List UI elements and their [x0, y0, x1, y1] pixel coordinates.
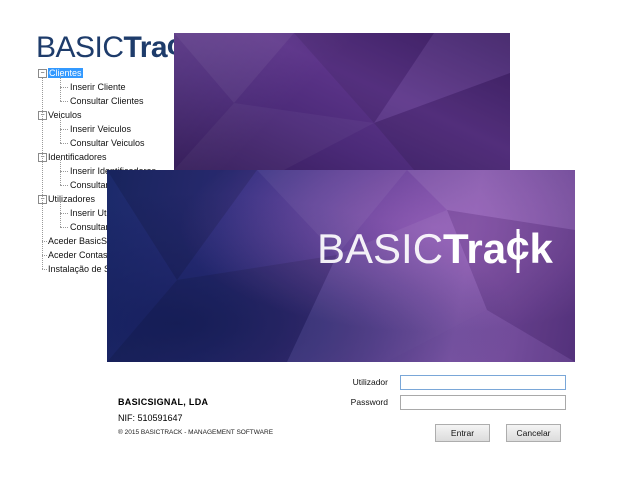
tree-subitem[interactable]: Consultar Veiculos	[70, 136, 145, 150]
login-dialog: BASICTra¢k BASICSIGNAL, LDA NIF: 5105916…	[107, 170, 575, 453]
password-label: Password	[350, 397, 388, 407]
main-banner-image	[174, 33, 510, 170]
login-banner-image: BASICTra¢k	[107, 170, 575, 362]
enter-button[interactable]: Entrar	[435, 424, 490, 442]
copyright-text: ® 2015 BASICTRACK - MANAGEMENT SOFTWARE	[118, 429, 274, 436]
tree-subitem[interactable]: Inserir Veiculos	[70, 122, 131, 136]
tree-connector	[60, 213, 68, 214]
tree-connector	[60, 185, 68, 186]
tree-connector	[60, 171, 68, 172]
tree-connector	[60, 129, 68, 130]
tree-item-label: Utilizadores	[48, 194, 96, 204]
tree-connector	[60, 202, 61, 227]
password-input[interactable]	[400, 395, 566, 410]
tree-collapse-icon[interactable]: −	[38, 69, 47, 78]
tree-connector	[60, 227, 68, 228]
company-nif: NIF: 510591647	[118, 413, 183, 423]
tree-subitem[interactable]: Consultar Clientes	[70, 94, 144, 108]
cancel-button[interactable]: Cancelar	[506, 424, 561, 442]
tree-item[interactable]: Identificadores	[48, 150, 107, 164]
tree-item-label: Identificadores	[48, 152, 107, 162]
tree-item[interactable]: Utilizadores	[48, 192, 95, 206]
tree-item-label: Aceder Contas	[48, 250, 108, 260]
tree-item-label: Veiculos	[48, 110, 82, 120]
tree-connector	[42, 269, 47, 270]
tree-connector	[60, 118, 61, 143]
tree-connector	[60, 160, 61, 185]
company-name: BASICSIGNAL, LDA	[118, 397, 209, 407]
tree-item-label: Clientes	[48, 68, 83, 78]
tree-connector	[60, 101, 68, 102]
tree-item[interactable]: Veiculos	[48, 108, 82, 122]
tree-item[interactable]: Aceder Contas	[48, 248, 108, 262]
tree-connector	[42, 78, 43, 269]
tree-connector	[60, 87, 68, 88]
username-label: Utilizador	[352, 377, 388, 387]
tree-connector	[60, 143, 68, 144]
tree-item[interactable]: Clientes	[48, 66, 83, 80]
username-input[interactable]	[400, 375, 566, 390]
tree-connector	[60, 76, 61, 101]
login-logo: BASICTra¢k	[317, 225, 553, 272]
tree-subitem[interactable]: Inserir Cliente	[70, 80, 126, 94]
